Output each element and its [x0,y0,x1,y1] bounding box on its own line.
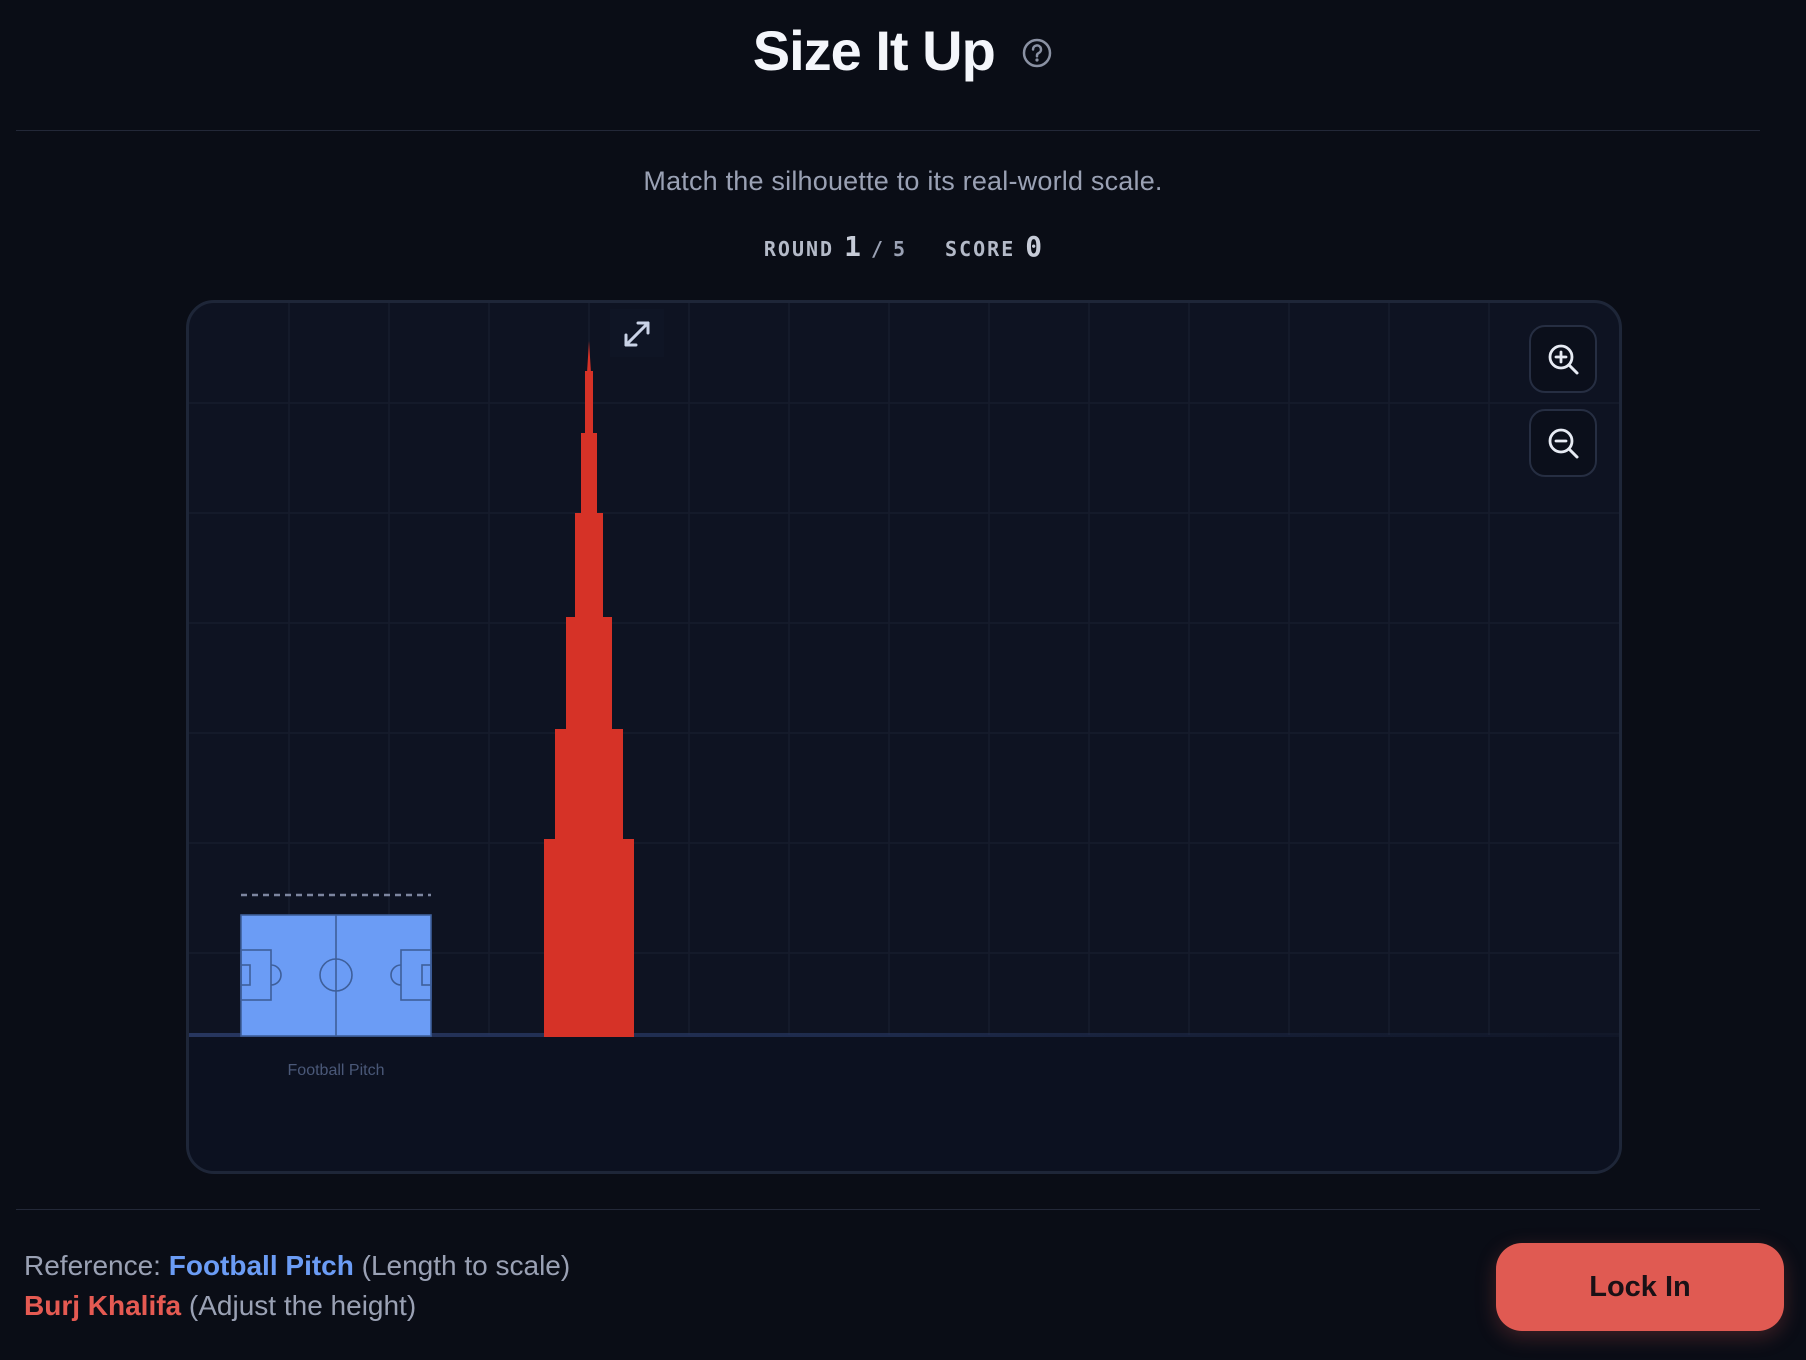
burj-khalifa-silhouette[interactable] [544,341,634,1037]
zoom-in-button[interactable] [1529,325,1597,393]
zoom-out-icon [1548,428,1579,459]
zoom-out-button[interactable] [1529,409,1597,477]
instructions: Match the silhouette to its real-world s… [643,166,1163,196]
reference-hint: (Length to scale) [361,1250,571,1281]
target-line: Burj Khalifa (Adjust the height) [24,1286,570,1326]
round-separator: / [870,237,883,261]
scale-stage[interactable]: Football Pitch [186,300,1622,1174]
stats-bar: ROUND 1 / 5 SCORE 0 [0,230,1806,263]
round-total: 5 [893,237,906,261]
ground-area [189,1035,1619,1171]
header: Size It Up [0,0,1806,130]
footer-divider [16,1209,1760,1210]
page-title: Size It Up [752,19,996,82]
target-name: Burj Khalifa [24,1290,182,1321]
score-label: SCORE [945,237,1016,261]
football-pitch-silhouette [240,893,432,1037]
question-circle-icon[interactable] [1021,37,1053,69]
reference-line: Reference: Football Pitch (Length to sca… [24,1246,570,1286]
round-label: ROUND [763,237,835,261]
header-divider [16,130,1760,131]
target-hint: (Adjust the height) [188,1290,417,1321]
lock-in-button[interactable]: Lock In [1496,1243,1784,1331]
zoom-in-icon [1548,344,1579,375]
legend: Reference: Football Pitch (Length to sca… [24,1246,570,1326]
diagonal-resize-icon[interactable] [610,309,664,357]
reference-label: Football Pitch [288,1062,385,1079]
reference-prefix: Reference: [24,1250,161,1281]
score-value: 0 [1025,230,1043,263]
reference-name: Football Pitch [168,1250,354,1281]
stage-canvas: Football Pitch [189,303,1619,1171]
title-row: Size It Up [0,18,1806,83]
round-current: 1 [844,230,861,263]
